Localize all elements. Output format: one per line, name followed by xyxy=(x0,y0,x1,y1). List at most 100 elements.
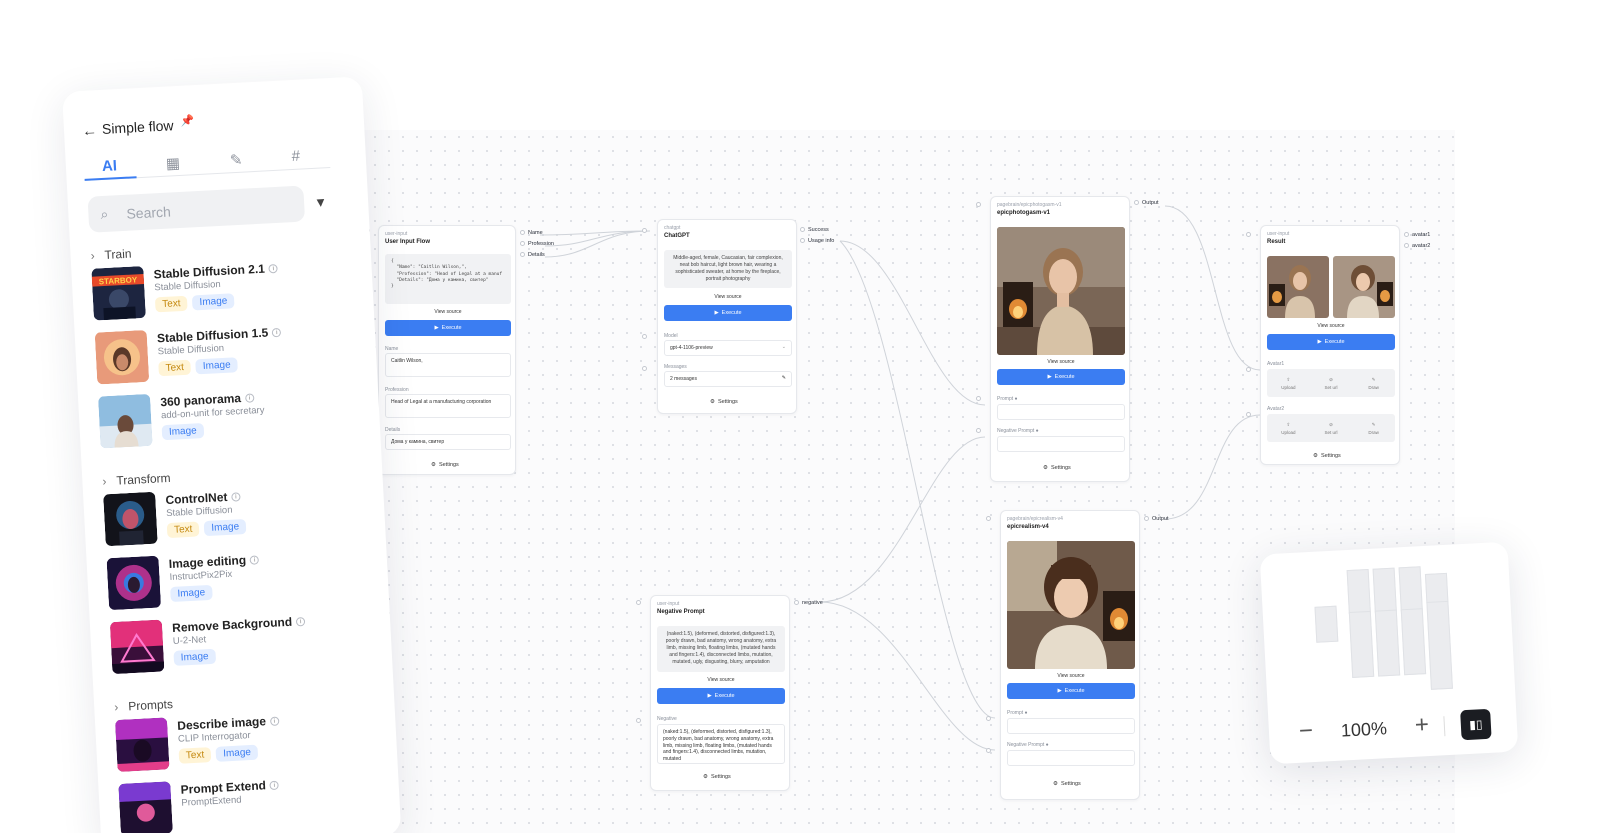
field-label: Prompt ● xyxy=(997,396,1018,402)
prompt-field[interactable] xyxy=(997,404,1125,420)
execute-button[interactable]: ▶ Execute xyxy=(664,305,792,321)
section-prompts[interactable]: › Prompts xyxy=(114,697,173,714)
output-port[interactable] xyxy=(1404,232,1409,237)
view-source-link[interactable]: View source xyxy=(385,309,511,315)
upload-option[interactable]: ⇧ Upload xyxy=(1267,369,1310,397)
search-input[interactable]: Search xyxy=(126,203,171,221)
node-chatgpt[interactable]: chatgpt ChatGPT Middle-aged, female, Cau… xyxy=(657,219,797,414)
model-select[interactable]: gpt-4-1106-preview ⌄ xyxy=(664,340,792,356)
list-item[interactable]: Stable Diffusion 1.5 i Stable Diffusion T… xyxy=(94,320,338,388)
zoom-in-button[interactable]: + xyxy=(1414,711,1429,740)
details-field[interactable]: Дома у камина, свитер xyxy=(385,434,511,450)
node-epicrealism[interactable]: pagebrain/epicrealism-v4 epicrealism-v4 … xyxy=(1000,510,1140,800)
input-port[interactable] xyxy=(986,748,991,753)
zoom-out-button[interactable]: − xyxy=(1298,717,1313,746)
set-url-option[interactable]: ⊘ Set url xyxy=(1310,414,1353,442)
view-source-link[interactable]: View source xyxy=(657,677,785,683)
output-port[interactable] xyxy=(520,252,525,257)
list-item[interactable]: Prompt Extend i PromptExtend xyxy=(118,771,361,833)
negative-field[interactable]: (naked:1.5), (deformed, distorted, disfi… xyxy=(657,724,785,764)
settings-button[interactable]: ⚙ Settings xyxy=(710,399,738,405)
set-url-option[interactable]: ⊘ Set url xyxy=(1310,369,1353,397)
output-port[interactable] xyxy=(520,241,525,246)
input-port[interactable] xyxy=(986,716,991,721)
execute-button[interactable]: ▶ Execute xyxy=(385,320,511,336)
input-port[interactable] xyxy=(642,366,647,371)
tab-ai[interactable]: AI xyxy=(102,157,118,175)
input-port[interactable] xyxy=(976,202,981,207)
section-transform[interactable]: › Transform xyxy=(102,471,171,489)
execute-button[interactable]: ▶ Execute xyxy=(657,688,785,704)
input-port[interactable] xyxy=(1246,412,1251,417)
settings-button[interactable]: ⚙ Settings xyxy=(431,462,459,468)
panel-tabs: AI ▦ ✎ # xyxy=(83,138,331,181)
tab-design[interactable]: ✎ xyxy=(229,151,242,170)
input-port[interactable] xyxy=(976,428,981,433)
list-item[interactable]: Describe image i CLIP Interrogator Text Im… xyxy=(114,708,358,776)
view-source-link[interactable]: View source xyxy=(997,359,1125,365)
pencil-icon[interactable]: ✎ xyxy=(782,375,786,382)
node-result[interactable]: user-input Result View source ▶ Execute … xyxy=(1260,225,1400,465)
list-item[interactable]: Image editing i InstructPix2Pix Image xyxy=(106,546,349,614)
divider xyxy=(1443,716,1446,737)
field-label: Profession xyxy=(385,387,409,393)
item-thumbnail xyxy=(103,491,158,547)
negative-prompt-field[interactable] xyxy=(1007,750,1135,766)
view-source-link[interactable]: View source xyxy=(664,294,792,300)
tab-blocks[interactable]: ▦ xyxy=(165,154,180,173)
execute-button[interactable]: ▶ Execute xyxy=(1267,334,1395,350)
input-port[interactable] xyxy=(1246,232,1251,237)
output-port[interactable] xyxy=(520,230,525,235)
draw-option[interactable]: ✎ Draw xyxy=(1352,414,1395,442)
list-item[interactable]: STARBOY Stable Diffusion 2.1 i Stable Dif… xyxy=(91,256,334,324)
chevron-right-icon: › xyxy=(90,248,95,263)
output-port[interactable] xyxy=(800,238,805,243)
execute-button[interactable]: ▶ Execute xyxy=(997,369,1125,385)
input-port[interactable] xyxy=(976,396,981,401)
tab-variables[interactable]: # xyxy=(291,148,300,165)
settings-button[interactable]: ⚙ Settings xyxy=(1313,453,1341,459)
view-source-link[interactable]: View source xyxy=(1267,323,1395,329)
tag-text: Text xyxy=(178,747,212,764)
output-port[interactable] xyxy=(800,227,805,232)
settings-button[interactable]: ⚙ Settings xyxy=(703,774,731,780)
output-label: Details xyxy=(528,252,545,258)
field-label: Details xyxy=(385,427,401,433)
input-port[interactable] xyxy=(642,228,647,233)
node-negative-prompt[interactable]: user-input Negative Prompt (naked:1.5), … xyxy=(650,595,790,791)
filter-icon[interactable]: ▼ xyxy=(314,194,328,210)
profession-field[interactable]: Head of Legal at a manufacturing corpora… xyxy=(385,394,511,418)
draw-option[interactable]: ✎ Draw xyxy=(1352,369,1395,397)
input-port[interactable] xyxy=(642,334,647,339)
input-port[interactable] xyxy=(1246,367,1251,372)
node-epicphotogasm[interactable]: pagebrain/epicphotogasm-v1 epicphotogasm… xyxy=(990,196,1130,482)
negative-prompt-field[interactable] xyxy=(997,436,1125,452)
list-item[interactable]: 360 panorama i add-on-unit for secretary … xyxy=(97,384,341,452)
back-arrow-icon[interactable]: ← xyxy=(82,122,98,140)
settings-button[interactable]: ⚙ Settings xyxy=(1043,465,1071,471)
gear-icon: ⚙ xyxy=(1053,781,1058,787)
prompt-field[interactable] xyxy=(1007,718,1135,734)
input-port[interactable] xyxy=(636,718,641,723)
output-port[interactable] xyxy=(1144,516,1149,521)
list-item[interactable]: Remove Background i U-2-Net Image xyxy=(109,610,353,678)
messages-field[interactable]: 2 messages ✎ xyxy=(664,371,792,387)
execute-button[interactable]: ▶ Execute xyxy=(1007,683,1135,699)
output-port[interactable] xyxy=(1134,200,1139,205)
list-item[interactable]: ControlNet i Stable Diffusion Text Image xyxy=(103,482,346,550)
input-port[interactable] xyxy=(986,516,991,521)
output-port[interactable] xyxy=(794,600,799,605)
minimap-toggle-button[interactable]: ▮▯ xyxy=(1460,708,1492,741)
link-icon: ⊘ xyxy=(1329,376,1333,382)
input-port[interactable] xyxy=(636,600,641,605)
pin-icon[interactable]: 📌 xyxy=(180,114,194,128)
output-port[interactable] xyxy=(1404,243,1409,248)
search-box[interactable]: ⌕ Search xyxy=(87,185,306,233)
settings-button[interactable]: ⚙ Settings xyxy=(1053,781,1081,787)
info-icon: ● xyxy=(1014,396,1018,402)
node-user-input[interactable]: user-input User Input Flow { "Name": "Ca… xyxy=(378,225,516,475)
section-train[interactable]: › Train xyxy=(90,247,132,263)
upload-option[interactable]: ⇧ Upload xyxy=(1267,414,1310,442)
view-source-link[interactable]: View source xyxy=(1007,673,1135,679)
name-field[interactable]: Caitlin Wilson, xyxy=(385,353,511,377)
